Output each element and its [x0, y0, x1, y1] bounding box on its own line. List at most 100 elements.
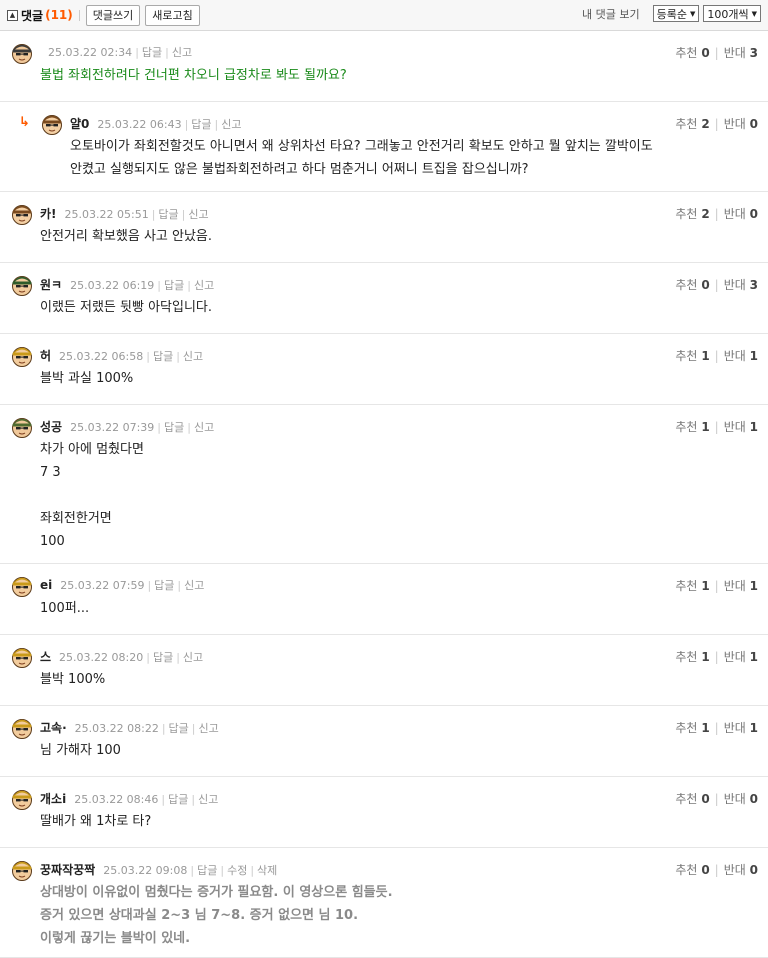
oppose-label: 반대 [723, 721, 746, 735]
comment-author[interactable]: 원ㅋ [40, 278, 62, 292]
meta-divider: | [146, 350, 150, 363]
reply-arrow-icon: ↳ [19, 115, 30, 130]
avatar[interactable] [11, 859, 33, 881]
comment-body: 차가 아에 멈췄다면 7 3 좌회전한거면 100 [40, 438, 144, 553]
comment-date: 25.03.22 08:22 [74, 722, 159, 735]
comment-item: 꿍짜작꿍짝 25.03.22 09:08 | 답글 | 수정 | 삭제 추천 0 | 반대 0 상대방… [0, 848, 768, 958]
recommend-button[interactable]: 추천 0 [675, 863, 709, 877]
avatar[interactable] [11, 274, 33, 296]
comment-author[interactable]: 허 [40, 349, 51, 363]
comment-author[interactable]: 고속· [40, 721, 67, 735]
oppose-button[interactable]: 반대 0 [724, 863, 758, 877]
my-comments-link[interactable]: 내 댓글 보기 [582, 6, 640, 22]
comment-author[interactable]: 개소i [40, 792, 66, 806]
recommend-button[interactable]: 추천 0 [675, 46, 709, 60]
oppose-button[interactable]: 반대 0 [724, 792, 758, 806]
meta-divider: | [177, 579, 182, 592]
recommend-count: 2 [701, 207, 710, 221]
reply-link[interactable]: 답글 [158, 208, 178, 221]
oppose-count: 3 [749, 46, 758, 60]
edit-link[interactable]: 수정 [227, 864, 247, 877]
sort-select[interactable]: 등록순 ▼ [652, 5, 700, 22]
recommend-button[interactable]: 추천 1 [675, 349, 709, 363]
reply-link[interactable]: 답글 [197, 864, 217, 877]
comment-author[interactable]: 스 [40, 650, 51, 664]
oppose-button[interactable]: 반대 0 [724, 207, 758, 221]
recommend-button[interactable]: 추천 1 [675, 420, 709, 434]
reply-link[interactable]: 답글 [153, 350, 173, 363]
comment-date: 25.03.22 08:46 [74, 793, 159, 806]
comment-body: 불법 좌회전하려다 건너편 차오니 급정차로 봐도 될까요? [40, 64, 347, 87]
report-link[interactable]: 신고 [194, 279, 214, 292]
report-link[interactable]: 신고 [188, 208, 208, 221]
oppose-button[interactable]: 반대 1 [724, 650, 758, 664]
recommend-button[interactable]: 추천 1 [675, 650, 709, 664]
oppose-button[interactable]: 반대 3 [724, 46, 758, 60]
comment-line: 7 3 [40, 465, 61, 480]
reply-link[interactable]: 답글 [168, 793, 188, 806]
report-link[interactable]: 신고 [199, 722, 219, 735]
delete-link[interactable]: 삭제 [257, 864, 277, 877]
meta-divider: | [220, 864, 225, 877]
comment-author[interactable]: 꿍짜작꿍짝 [40, 863, 95, 877]
comment-date: 25.03.22 06:58 [59, 350, 144, 363]
meta-divider: | [157, 279, 161, 292]
oppose-button[interactable]: 반대 1 [724, 579, 758, 593]
avatar[interactable] [11, 345, 33, 367]
report-link[interactable]: 신고 [184, 579, 204, 592]
report-link[interactable]: 신고 [183, 651, 203, 664]
recommend-button[interactable]: 추천 0 [675, 792, 709, 806]
reply-link[interactable]: 답글 [164, 279, 184, 292]
avatar[interactable] [11, 575, 33, 597]
recommend-button[interactable]: 추천 2 [675, 117, 709, 131]
avatar[interactable] [11, 646, 33, 668]
comment-toolbar: ▲ 댓글 (11) 댓글쓰기 새로고침 내 댓글 보기 등록순 ▼ 100개씩 ▼ [0, 0, 768, 31]
report-link[interactable]: 신고 [172, 46, 192, 59]
recommend-button[interactable]: 추천 1 [675, 721, 709, 735]
reply-link[interactable]: 답글 [142, 46, 162, 59]
meta-divider: | [176, 651, 180, 664]
avatar[interactable] [11, 203, 33, 225]
comment-author[interactable]: 성공 [40, 420, 62, 434]
report-link[interactable]: 신고 [194, 421, 214, 434]
comment-item: ei 25.03.22 07:59 | 답글 | 신고 추천 1 | 반대 1 100퍼... [0, 564, 768, 635]
recommend-label: 추천 [675, 117, 698, 131]
comment-author[interactable]: 카! [40, 207, 57, 221]
avatar[interactable] [41, 113, 63, 135]
per-page-select[interactable]: 100개씩 ▼ [703, 5, 761, 22]
comment-body: 안전거리 확보했음 사고 안났음. [40, 225, 212, 248]
reply-link[interactable]: 답글 [154, 579, 174, 592]
report-link[interactable]: 신고 [221, 118, 241, 131]
reply-link[interactable]: 답글 [164, 421, 184, 434]
comment-item: 성공 25.03.22 07:39 | 답글 | 신고 추천 1 | 반대 1 차가 아에 멈췄다… [0, 405, 768, 564]
oppose-button[interactable]: 반대 3 [724, 278, 758, 292]
collapse-icon[interactable]: ▲ [7, 9, 18, 21]
refresh-button[interactable]: 새로고침 [145, 4, 200, 26]
avatar[interactable] [11, 717, 33, 739]
avatar[interactable] [11, 788, 33, 810]
report-link[interactable]: 신고 [183, 350, 203, 363]
comment-item: ↳ 얄0 25.03.22 06:43 | 답글 | 신고 추천 2 | 반대 0 오토바이가 좌회… [0, 102, 768, 192]
reply-link[interactable]: 답글 [169, 722, 189, 735]
comment-author[interactable]: 얄0 [70, 117, 89, 131]
vote-box: 추천 0 | 반대 3 [675, 276, 758, 293]
report-link[interactable]: 신고 [198, 793, 218, 806]
avatar[interactable] [11, 416, 33, 438]
oppose-button[interactable]: 반대 0 [724, 117, 758, 131]
recommend-button[interactable]: 추천 1 [675, 579, 709, 593]
oppose-button[interactable]: 반대 1 [724, 420, 758, 434]
oppose-button[interactable]: 반대 1 [724, 349, 758, 363]
oppose-count: 0 [749, 863, 758, 877]
comment-line: 님 가해자 100 [40, 743, 121, 758]
avatar[interactable] [11, 42, 33, 64]
vote-box: 추천 1 | 반대 1 [675, 648, 758, 665]
reply-link[interactable]: 답글 [153, 651, 173, 664]
comment-author[interactable]: ei [40, 578, 52, 592]
comments-title: 댓글 [21, 8, 44, 23]
recommend-button[interactable]: 추천 0 [675, 278, 709, 292]
oppose-count: 1 [749, 579, 758, 593]
write-comment-button[interactable]: 댓글쓰기 [85, 4, 141, 26]
oppose-button[interactable]: 반대 1 [724, 721, 758, 735]
recommend-button[interactable]: 추천 2 [675, 207, 709, 221]
reply-link[interactable]: 답글 [191, 118, 211, 131]
